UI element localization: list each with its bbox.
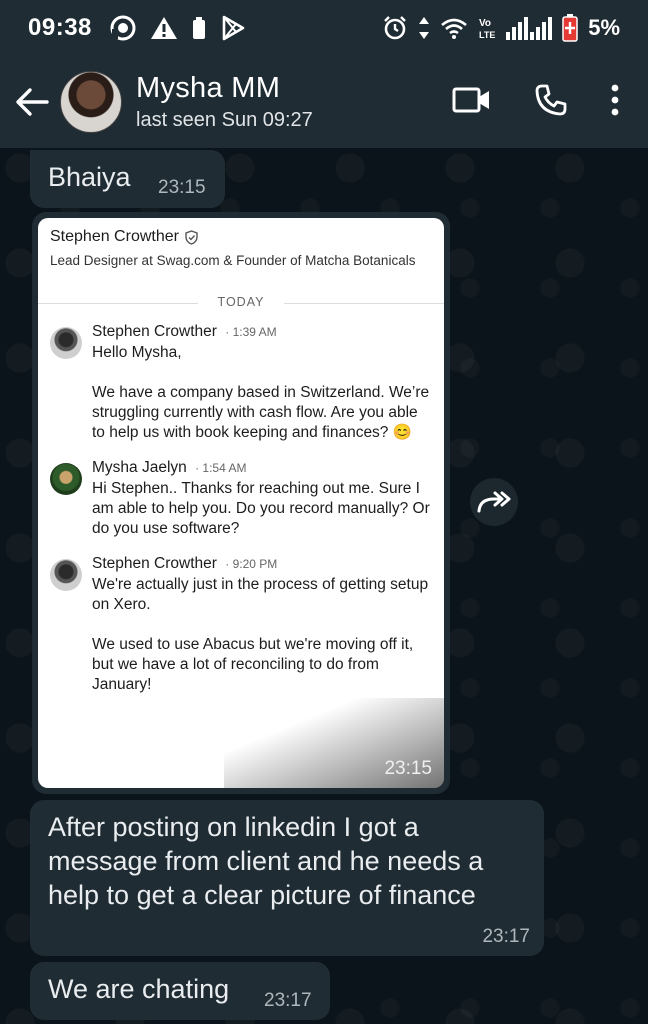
contact-avatar[interactable] bbox=[60, 71, 122, 133]
card-profile-name: Stephen Crowther bbox=[50, 228, 179, 245]
back-button[interactable] bbox=[10, 80, 54, 124]
date-divider: TODAY bbox=[38, 295, 444, 309]
wifi-icon bbox=[440, 16, 468, 40]
play-store-icon bbox=[220, 15, 246, 41]
card-message: Stephen Crowther · 1:39 AM Hello Mysha, … bbox=[38, 323, 444, 443]
message-bubble[interactable]: We are chating 23:17 bbox=[30, 962, 330, 1020]
battery-low-icon bbox=[562, 14, 578, 42]
shared-screenshot-image[interactable]: Stephen Crowther Lead Designer at Swag.c… bbox=[38, 218, 444, 788]
card-message-author: Mysha Jaelyn bbox=[92, 459, 187, 476]
arrow-left-icon bbox=[16, 88, 49, 116]
message-time: 23:17 bbox=[482, 926, 530, 947]
message-text: After posting on linkedin I got a messag… bbox=[48, 812, 484, 910]
message-text: We are chating bbox=[48, 974, 230, 1004]
avatar bbox=[50, 559, 82, 591]
message-time: 23:15 bbox=[158, 177, 206, 198]
verified-shield-icon bbox=[185, 229, 198, 245]
voice-call-button[interactable] bbox=[534, 83, 568, 122]
message-time: 23:17 bbox=[264, 990, 312, 1011]
card-message-body: Hello Mysha, We have a company based in … bbox=[92, 344, 430, 441]
svg-text:Vo: Vo bbox=[479, 18, 491, 29]
battery-percent: 5% bbox=[588, 15, 620, 40]
card-message-time: · 9:20 PM bbox=[225, 557, 278, 571]
card-message-time: · 1:39 AM bbox=[225, 325, 277, 339]
warning-icon bbox=[150, 15, 178, 41]
svg-text:LTE: LTE bbox=[479, 30, 495, 40]
card-profile-title: Lead Designer at Swag.com & Founder of M… bbox=[50, 253, 416, 268]
volte-icon: Vo LTE bbox=[478, 15, 496, 41]
card-message-body: We're actually just in the process of ge… bbox=[92, 576, 429, 693]
card-message-author: Stephen Crowther bbox=[92, 555, 217, 572]
phone-icon bbox=[535, 84, 567, 115]
video-camera-icon bbox=[452, 87, 489, 112]
chat-header: Mysha MM last seen Sun 09:27 bbox=[0, 56, 648, 148]
card-message-author: Stephen Crowther bbox=[92, 323, 217, 340]
message-time: 23:15 bbox=[384, 758, 432, 779]
last-seen: last seen Sun 09:27 bbox=[136, 109, 313, 131]
message-text: Bhaiya bbox=[48, 162, 131, 192]
card-message: Stephen Crowther · 9:20 PM We're actuall… bbox=[38, 555, 444, 695]
video-call-button[interactable] bbox=[452, 85, 492, 120]
contact-name: Mysha MM bbox=[136, 72, 281, 104]
pocket-casts-icon bbox=[110, 15, 136, 41]
contact-info[interactable]: Mysha MM last seen Sun 09:27 bbox=[136, 72, 313, 132]
status-bar: 09:38 Vo LTE 5% bbox=[0, 0, 648, 56]
battery-small-icon bbox=[192, 16, 206, 40]
data-arrows-icon bbox=[418, 15, 430, 41]
more-options-button[interactable] bbox=[610, 83, 620, 122]
alarm-icon bbox=[382, 15, 408, 41]
forward-button[interactable] bbox=[470, 478, 518, 526]
card-message-body: Hi Stephen.. Thanks for reaching out me.… bbox=[92, 480, 430, 537]
avatar bbox=[50, 327, 82, 359]
message-bubble[interactable]: After posting on linkedin I got a messag… bbox=[30, 800, 544, 956]
message-bubble[interactable]: Bhaiya 23:15 bbox=[30, 150, 225, 208]
status-time: 09:38 bbox=[28, 14, 92, 41]
signal-icon bbox=[506, 16, 553, 40]
kebab-menu-icon bbox=[611, 84, 619, 115]
forward-icon bbox=[477, 491, 511, 513]
avatar bbox=[50, 463, 82, 495]
card-message: Mysha Jaelyn · 1:54 AM Hi Stephen.. Than… bbox=[38, 459, 444, 539]
card-message-time: · 1:54 AM bbox=[195, 461, 247, 475]
